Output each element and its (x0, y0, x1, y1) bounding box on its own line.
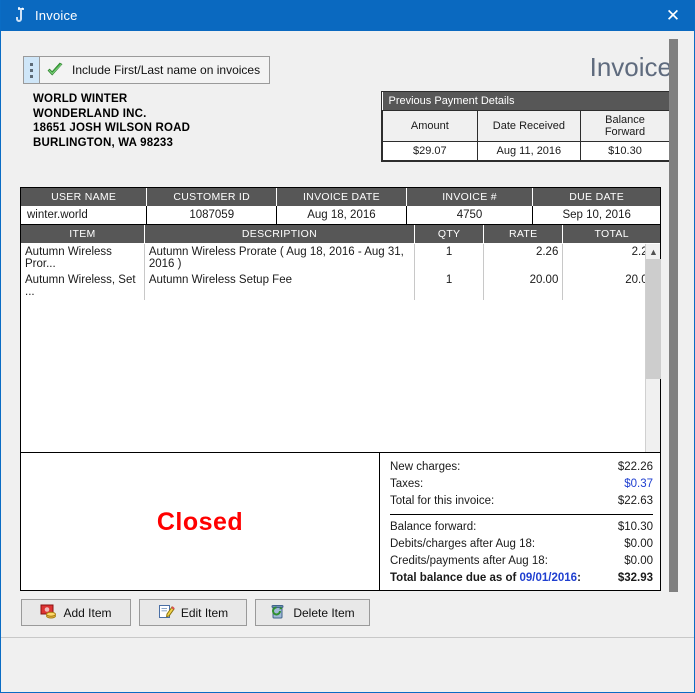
totals-label-invoice-total: Total for this invoice: (390, 495, 495, 507)
info-value-invoice-number: 4750 (406, 206, 534, 225)
info-value-due-date: Sep 10, 2016 (532, 206, 660, 225)
totals-row-invoice-total: Total for this invoice: $22.63 (390, 493, 653, 510)
company-line-4: BURLINGTON, WA 98233 (33, 136, 174, 149)
green-check-icon (40, 57, 70, 83)
totals-value-taxes: $0.37 (624, 478, 653, 490)
window-title: Invoice (35, 8, 78, 23)
delete-item-label: Delete Item (293, 605, 355, 620)
panel-scroll-rail[interactable] (669, 39, 678, 592)
table-row[interactable]: Autumn Wireless Pror... Autumn Wireless … (21, 244, 660, 272)
ppd-value-date-received: Aug 11, 2016 (476, 141, 582, 161)
info-value-user-name: winter.world (21, 206, 148, 225)
include-name-toggle-label: Include First/Last name on invoices (72, 63, 261, 77)
totals-value-invoice-total: $22.63 (617, 495, 653, 507)
row-1-qty: 1 (414, 272, 485, 300)
total-due-prefix: Total balance due as of (390, 572, 520, 584)
row-0-qty: 1 (414, 244, 485, 272)
totals-value-debits: $0.00 (624, 538, 653, 550)
scrollbar-thumb[interactable] (646, 259, 661, 379)
totals-label-debits: Debits/charges after Aug 18: (390, 538, 536, 550)
info-col-invoice-number: INVOICE # (406, 188, 534, 206)
title-bar: Invoice ✕ (1, 0, 694, 31)
totals-row-total-due: Total balance due as of 09/01/2016: $32.… (390, 570, 653, 587)
totals-label-taxes: Taxes: (390, 478, 424, 490)
info-value-customer-id: 1087059 (146, 206, 278, 225)
ppd-value-balance-forward: $10.30 (580, 141, 670, 161)
edit-item-button[interactable]: Edit Item (139, 599, 247, 626)
totals-row-credits: Credits/payments after Aug 18: $0.00 (390, 553, 653, 570)
line-items-section: ITEM DESCRIPTION QTY RATE TOTAL Autumn W… (21, 225, 661, 470)
company-address: WORLD WINTER WONDERLAND INC. 18651 JOSH … (33, 92, 190, 150)
total-due-date: 09/01/2016 (519, 572, 578, 584)
info-col-invoice-date: INVOICE DATE (276, 188, 407, 206)
totals-value-credits: $0.00 (624, 555, 653, 567)
drag-grip-icon[interactable] (24, 57, 40, 83)
totals-value-balance-forward: $10.30 (617, 521, 653, 533)
trash-can-icon (270, 604, 287, 622)
page-title: Invoice (589, 52, 672, 82)
ppd-col-amount: Amount (382, 110, 478, 142)
row-1-rate: 20.00 (483, 272, 564, 300)
totals-value-new-charges: $22.26 (617, 461, 653, 473)
info-col-user-name: USER NAME (21, 188, 148, 206)
totals-value-total-due: $32.93 (617, 572, 653, 584)
row-0-description: Autumn Wireless Prorate ( Aug 18, 2016 -… (144, 244, 416, 272)
invoice-grid: USER NAME CUSTOMER ID INVOICE DATE INVOI… (20, 187, 661, 591)
money-stack-icon (40, 604, 57, 622)
items-col-rate: RATE (483, 225, 564, 243)
ppd-value-amount: $29.07 (382, 141, 478, 161)
window-close-button[interactable]: ✕ (650, 0, 694, 31)
company-line-1: WORLD WINTER (33, 93, 128, 105)
items-col-qty: QTY (414, 225, 485, 243)
info-col-due-date: DUE DATE (532, 188, 660, 206)
line-items-body[interactable]: Autumn Wireless Pror... Autumn Wireless … (21, 244, 660, 470)
ppd-col-balance-forward: Balance Forward (580, 110, 670, 142)
totals-row-balance-forward: Balance forward: $10.30 (390, 519, 653, 536)
invoice-app-icon (12, 6, 30, 24)
add-item-label: Add Item (63, 605, 112, 620)
invoice-info-table: USER NAME CUSTOMER ID INVOICE DATE INVOI… (21, 188, 660, 225)
row-1-description: Autumn Wireless Setup Fee (144, 272, 416, 300)
totals-row-new-charges: New charges: $22.26 (390, 459, 653, 476)
invoice-window: Invoice ✕ Invoice Include First/Last nam… (0, 0, 695, 693)
totals-box: New charges: $22.26 Taxes: $0.37 Total f… (379, 453, 661, 591)
chevron-up-icon[interactable]: ▲ (646, 244, 661, 259)
row-1-item: Autumn Wireless, Set ... (21, 272, 145, 300)
company-line-2: WONDERLAND INC. (33, 107, 147, 120)
company-line-3: 18651 JOSH WILSON ROAD (33, 122, 191, 134)
items-col-description: DESCRIPTION (144, 225, 416, 243)
previous-payment-details-title: Previous Payment Details (382, 92, 670, 111)
edit-item-label: Edit Item (180, 605, 229, 620)
add-item-button[interactable]: Add Item (21, 599, 131, 626)
totals-label-new-charges: New charges: (390, 461, 461, 473)
totals-label-balance-forward: Balance forward: (390, 521, 477, 533)
totals-label-credits: Credits/payments after Aug 18: (390, 555, 548, 567)
row-0-item: Autumn Wireless Pror... (21, 244, 145, 272)
table-row[interactable]: Autumn Wireless, Set ... Autumn Wireless… (21, 272, 660, 300)
total-due-suffix: : (577, 572, 581, 584)
line-items-header: ITEM DESCRIPTION QTY RATE TOTAL (21, 225, 660, 243)
item-action-buttons: Add Item Edit Item Delete Item (21, 599, 370, 626)
items-col-item: ITEM (21, 225, 145, 243)
row-0-rate: 2.26 (483, 244, 564, 272)
items-col-total: TOTAL (562, 225, 660, 243)
status-badge: Closed (156, 507, 244, 536)
totals-row-debits: Debits/charges after Aug 18: $0.00 (390, 536, 653, 553)
info-col-customer-id: CUSTOMER ID (146, 188, 278, 206)
previous-payment-details-table: Previous Payment Details Amount Date Rec… (381, 91, 671, 162)
delete-item-button[interactable]: Delete Item (255, 599, 370, 626)
ppd-col-date-received: Date Received (476, 110, 582, 142)
totals-label-total-due: Total balance due as of 09/01/2016: (390, 570, 581, 587)
pencil-edit-icon (158, 604, 175, 622)
include-name-toggle[interactable]: Include First/Last name on invoices (23, 56, 271, 84)
info-value-invoice-date: Aug 18, 2016 (276, 206, 407, 225)
totals-region: Closed New charges: $22.26 Taxes: $0.37 … (21, 452, 661, 591)
line-items-scrollbar[interactable]: ▲ ▼ (645, 244, 661, 470)
footer-bar: Add to Print Queue Email Invoice PDF (1, 638, 694, 692)
totals-divider (390, 514, 653, 515)
totals-row-taxes: Taxes: $0.37 (390, 476, 653, 493)
